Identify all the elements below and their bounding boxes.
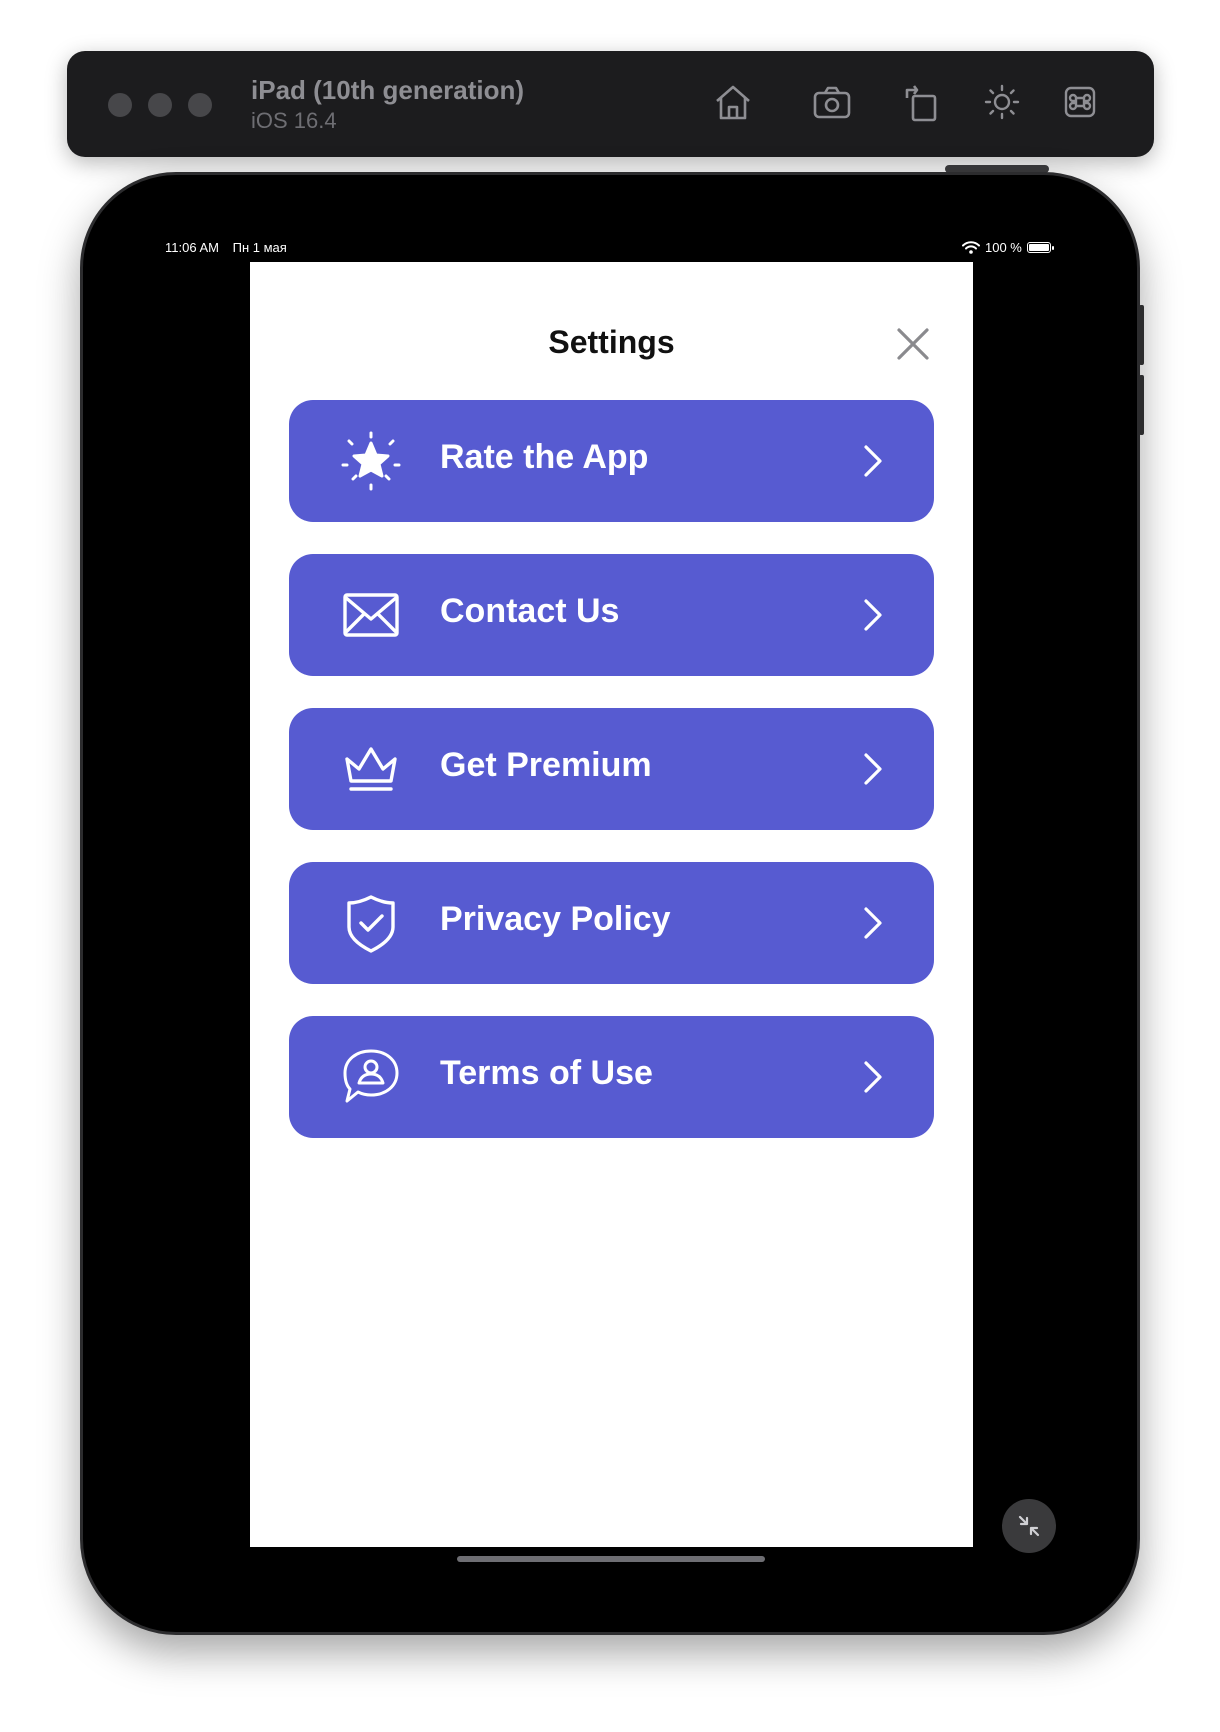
menu-label-terms: Terms of Use	[440, 1054, 653, 1092]
envelope-icon	[339, 583, 403, 647]
chevron-right-icon	[864, 599, 882, 631]
screenshot-icon[interactable]	[807, 77, 857, 127]
menu-label-contact: Contact Us	[440, 592, 620, 630]
wifi-icon	[962, 241, 980, 254]
collapse-icon[interactable]	[1002, 1499, 1056, 1553]
volume-down-button	[1139, 375, 1144, 435]
status-bar-right: 100 %	[962, 240, 1054, 255]
settings-sheet: Settings Rate the App Contact Us Get Pre…	[250, 262, 973, 1547]
rate-app-button[interactable]: Rate the App	[289, 400, 934, 522]
chevron-right-icon	[864, 753, 882, 785]
star-burst-icon	[339, 429, 403, 493]
shield-check-icon	[339, 891, 403, 955]
device-name: iPad (10th generation)	[251, 75, 525, 105]
menu-label-premium: Get Premium	[440, 746, 652, 784]
chevron-right-icon	[864, 907, 882, 939]
chevron-right-icon	[864, 1061, 882, 1093]
command-icon[interactable]	[1055, 77, 1105, 127]
privacy-policy-button[interactable]: Privacy Policy	[289, 862, 934, 984]
status-time: 11:06 AM	[165, 240, 219, 255]
crown-icon	[339, 737, 403, 801]
chevron-right-icon	[864, 445, 882, 477]
status-date: Пн 1 мая	[232, 240, 287, 255]
os-version: iOS 16.4	[251, 108, 337, 133]
chat-person-icon	[339, 1045, 403, 1109]
menu-label-privacy: Privacy Policy	[440, 900, 671, 938]
battery-icon	[1026, 242, 1054, 253]
rotate-icon[interactable]	[896, 77, 946, 127]
home-indicator[interactable]	[457, 1556, 765, 1562]
menu-label-rate: Rate the App	[440, 438, 649, 476]
contact-us-button[interactable]: Contact Us	[289, 554, 934, 676]
simulator-toolbar: iPad (10th generation) iOS 16.4	[67, 51, 1154, 157]
close-icon[interactable]	[891, 322, 935, 366]
minimize-window-button[interactable]	[148, 93, 172, 117]
battery-percent: 100 %	[985, 240, 1022, 255]
page-title: Settings	[548, 324, 675, 360]
close-window-button[interactable]	[108, 93, 132, 117]
get-premium-button[interactable]: Get Premium	[289, 708, 934, 830]
appearance-icon[interactable]	[977, 77, 1027, 127]
home-icon[interactable]	[708, 77, 758, 127]
terms-of-use-button[interactable]: Terms of Use	[289, 1016, 934, 1138]
volume-up-button	[1139, 305, 1144, 365]
zoom-window-button[interactable]	[188, 93, 212, 117]
status-bar-left: 11:06 AM Пн 1 мая	[165, 240, 297, 255]
